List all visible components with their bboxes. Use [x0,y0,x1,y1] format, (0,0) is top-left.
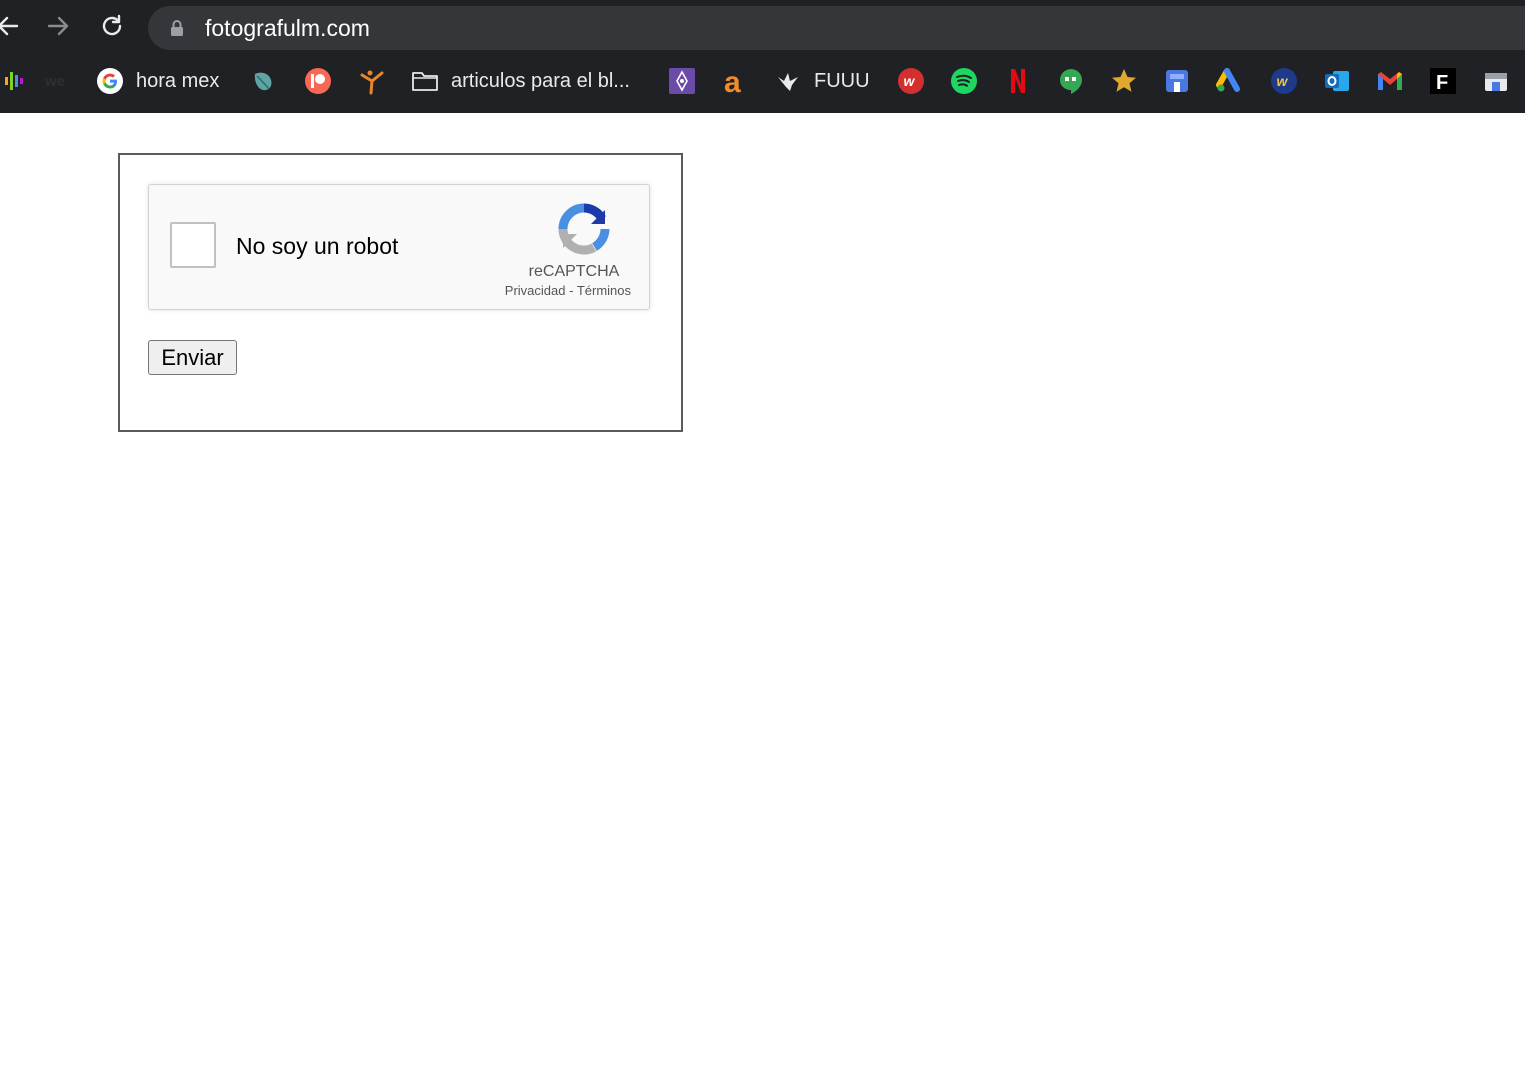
bookmark-spotify[interactable] [950,66,978,96]
address-bar-row: fotografulm.com [0,0,1525,56]
bookmark-a[interactable]: a [720,66,748,96]
bookmark-f[interactable]: F [1429,66,1457,96]
recaptcha-links: Privacidad - Términos [489,283,631,298]
svg-text:a: a [724,67,741,95]
bookmark-google-ads[interactable] [1216,66,1244,96]
reload-button[interactable] [92,8,132,48]
podcast-bars-icon [0,67,28,95]
gmail-icon [1376,67,1404,95]
bookmark-fuuu[interactable]: FUUU [774,66,870,96]
store-blue-icon [1163,67,1191,95]
star-icon [1110,67,1138,95]
recaptcha-logo-icon [558,203,610,255]
terms-link[interactable]: Términos [577,283,631,298]
bookmark-store[interactable] [1482,66,1510,96]
bird-icon [774,67,802,95]
folder-icon [411,67,439,95]
bookmarks-bar: we hora mex articulos para el bl... a FU… [0,56,1525,113]
back-button[interactable] [0,8,28,48]
link-separator: - [565,283,577,298]
bookmark-gmail[interactable] [1376,66,1404,96]
bookmark-label: hora mex [136,69,220,92]
a-orange-icon: a [720,67,748,95]
bookmark-store-blue[interactable] [1163,66,1191,96]
bookmark-folder-articulos[interactable]: articulos para el bl... [411,66,630,96]
bookmark-blue-w[interactable]: w [1270,66,1298,96]
bookmark-star[interactable] [1110,66,1138,96]
bookmark-label: FUUU [814,69,870,92]
we-icon: we [44,67,72,95]
lock-icon [170,19,184,42]
svg-text:F: F [1436,72,1448,94]
bookmark-hora-mex[interactable]: hora mex [96,66,219,96]
arrow-right-icon [45,13,71,44]
google-ads-icon [1216,67,1244,95]
red-w-icon: w [897,67,925,95]
recaptcha-brand: reCAPTCHA [528,263,620,280]
privacy-link[interactable]: Privacidad [505,283,566,298]
bookmark-figure[interactable] [358,66,386,96]
outlook-icon [1323,67,1351,95]
netflix-icon [1004,67,1032,95]
captcha-form: No soy un robot reCAPTCHA Privacidad - T… [118,153,683,432]
store-icon [1482,67,1510,95]
bookmark-leaf[interactable] [250,66,278,96]
google-icon [96,67,124,95]
url-text[interactable]: fotografulm.com [205,15,370,41]
svg-text:we: we [44,73,65,89]
f-icon: F [1429,67,1457,95]
purple-diamond-icon [668,67,696,95]
patreon-icon [304,67,332,95]
bookmark-netflix[interactable] [1004,66,1032,96]
bookmark-red-w[interactable]: w [897,66,925,96]
bookmark-podcast[interactable] [0,66,28,96]
recaptcha-widget: No soy un robot reCAPTCHA Privacidad - T… [148,184,650,310]
blue-w-icon: w [1270,67,1298,95]
browser-chrome: fotografulm.com we hora mex articulos pa… [0,0,1525,113]
svg-text:w: w [1277,73,1289,89]
bookmark-hangouts[interactable] [1057,66,1085,96]
hangouts-icon [1057,67,1085,95]
figure-icon [358,67,386,95]
not-robot-checkbox[interactable] [170,222,216,268]
arrow-left-icon [0,13,21,44]
spotify-icon [950,67,978,95]
not-robot-label: No soy un robot [236,233,399,259]
reload-icon [99,13,125,44]
submit-button[interactable]: Enviar [148,340,237,375]
leaf-icon [250,67,278,95]
omnibox[interactable]: fotografulm.com [148,6,1525,50]
forward-button[interactable] [38,8,78,48]
svg-text:w: w [904,73,916,89]
bookmark-purple[interactable] [668,66,696,96]
bookmark-outlook[interactable] [1323,66,1351,96]
bookmark-we[interactable]: we [44,66,72,96]
bookmark-patreon[interactable] [304,66,332,96]
bookmark-label: articulos para el bl... [451,69,630,92]
